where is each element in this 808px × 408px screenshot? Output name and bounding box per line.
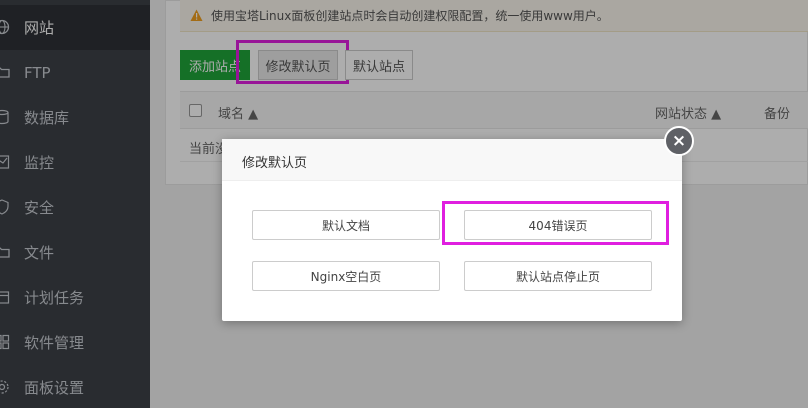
modify-default-page-dialog: 修改默认页 默认文档 404错误页 Nginx空白页 默认站点停止页 [222, 139, 682, 321]
option-nginx-blank-page-button[interactable]: Nginx空白页 [252, 261, 440, 291]
app-root: 网站 FTP 数据库 监控 安全 文件 计划任务 软件管理 面板设置 使用宝塔L… [0, 0, 808, 408]
close-icon[interactable]: × [664, 126, 694, 156]
option-default-doc-button[interactable]: 默认文档 [252, 210, 440, 240]
option-label: 默认文档 [321, 218, 370, 233]
option-label: 默认站点停止页 [515, 269, 600, 284]
option-default-site-stopped-page-button[interactable]: 默认站点停止页 [464, 261, 652, 291]
dialog-header: 修改默认页 [222, 139, 682, 181]
dialog-title: 修改默认页 [242, 156, 308, 171]
option-label: Nginx空白页 [310, 269, 382, 284]
highlight-box [442, 201, 669, 245]
